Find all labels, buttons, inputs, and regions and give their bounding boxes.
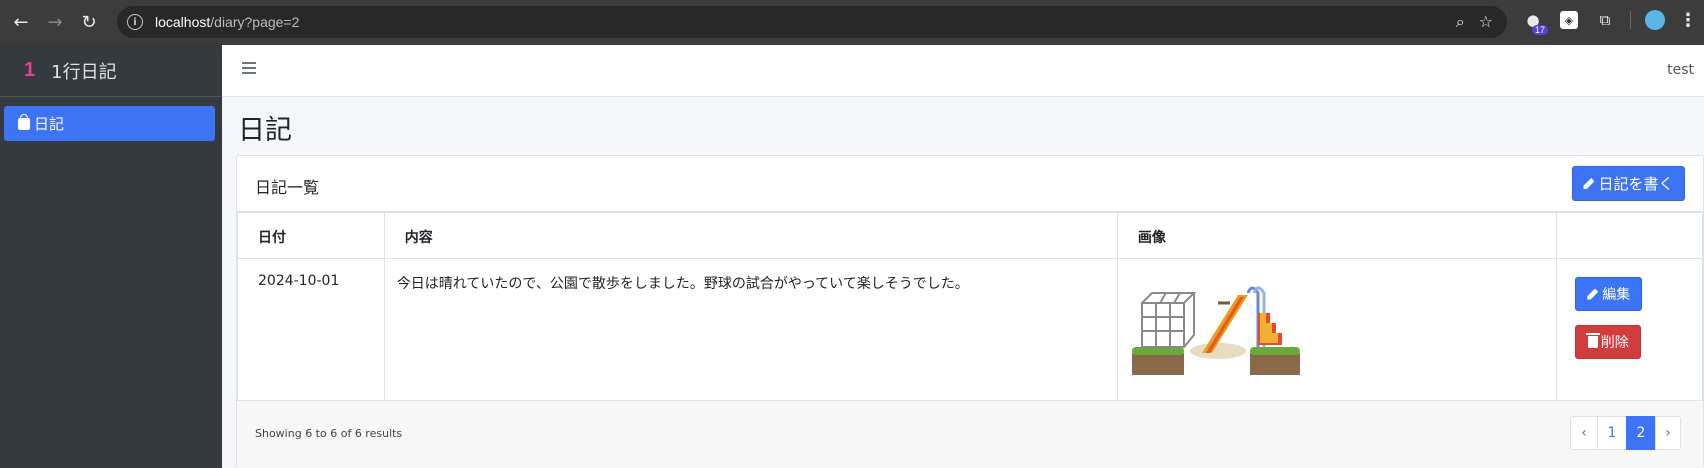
- toolbar-divider: [1630, 11, 1631, 29]
- header-date: 日付: [237, 212, 385, 259]
- trash-icon: [1585, 333, 1600, 348]
- row-image-cell: [1116, 258, 1558, 402]
- write-diary-label: 日記を書く: [1598, 175, 1674, 193]
- url-text[interactable]: localhost/diary?page=2: [155, 14, 299, 30]
- shopping-bag-icon: [18, 113, 30, 130]
- header-content: 内容: [383, 212, 1118, 259]
- edit-label: 編集: [1602, 287, 1631, 303]
- pencil-icon: [1583, 178, 1595, 189]
- sidebar-item-label: 日記: [34, 115, 65, 133]
- page-title: 日記: [238, 115, 292, 146]
- site-info-icon[interactable]: i: [127, 14, 143, 30]
- top-navbar: test: [222, 45, 1704, 97]
- playground-illustration: [1131, 286, 1300, 375]
- brand-logo: 1: [24, 59, 36, 81]
- pagination-page-2-current[interactable]: 2: [1626, 416, 1656, 450]
- extension-box-icon[interactable]: ◈: [1558, 9, 1580, 31]
- pagination-page-1[interactable]: 1: [1597, 416, 1627, 450]
- table-row: 2024-10-01 今日は晴れていたので、公園で散歩をしました。野球の試合がや…: [237, 258, 1703, 402]
- results-summary: Showing 6 to 6 of 6 results: [255, 427, 403, 440]
- row-actions: 編集 削除: [1556, 258, 1703, 402]
- hamburger-menu-icon[interactable]: [242, 62, 256, 76]
- back-icon[interactable]: ←: [8, 10, 34, 36]
- row-content: 今日は晴れていたので、公園で散歩をしました。野球の試合がやっていて楽しそうでした…: [383, 258, 1118, 402]
- pagination: ‹ 1 2 ›: [1570, 416, 1681, 450]
- header-actions: [1556, 212, 1703, 259]
- menu-kebab-icon[interactable]: ⋮: [1679, 10, 1697, 31]
- extension-icon[interactable]: ● 17: [1522, 9, 1548, 35]
- address-bar[interactable]: i localhost/diary?page=2 ⌕ ☆: [117, 6, 1507, 38]
- brand-text: 1行日記: [51, 61, 117, 83]
- url-host: localhost: [155, 14, 211, 30]
- browser-toolbar: ← → ↻ i localhost/diary?page=2 ⌕ ☆ ● 17 ◈…: [0, 0, 1704, 45]
- header-image: 画像: [1116, 212, 1558, 259]
- card-header: 日記一覧 日記を書く: [237, 156, 1703, 212]
- brand-link[interactable]: 1 1行日記: [0, 45, 222, 97]
- zoom-icon[interactable]: ⌕: [1456, 12, 1465, 32]
- reload-icon[interactable]: ↻: [76, 10, 102, 36]
- edit-button[interactable]: 編集: [1575, 277, 1643, 311]
- pagination-prev[interactable]: ‹: [1570, 416, 1598, 450]
- diary-list-card: 日記一覧 日記を書く 日付 内容 画像 2024-10-01 今日は晴れていたの…: [236, 155, 1704, 468]
- write-diary-button[interactable]: 日記を書く: [1572, 166, 1685, 201]
- sidebar: 1 1行日記 日記: [0, 45, 222, 468]
- forward-icon[interactable]: →: [42, 10, 68, 36]
- bookmark-star-icon[interactable]: ☆: [1479, 12, 1493, 32]
- row-date: 2024-10-01: [237, 258, 385, 402]
- pencil-icon: [1587, 288, 1599, 300]
- user-menu[interactable]: test: [1667, 62, 1694, 78]
- card-title: 日記一覧: [255, 178, 320, 197]
- diary-table: 日付 内容 画像 2024-10-01 今日は晴れていたので、公園で散歩をしまし…: [237, 212, 1703, 402]
- table-header-row: 日付 内容 画像: [237, 212, 1703, 259]
- puzzle-icon[interactable]: ⧉: [1594, 9, 1616, 31]
- sidebar-item-diary[interactable]: 日記: [4, 106, 215, 141]
- profile-avatar[interactable]: [1645, 10, 1665, 30]
- extension-badge: 17: [1531, 25, 1548, 35]
- card-footer: Showing 6 to 6 of 6 results ‹ 1 2 ›: [237, 400, 1703, 468]
- extensions-area: ● 17 ◈ ⧉ ⋮: [1522, 9, 1697, 35]
- delete-button[interactable]: 削除: [1575, 325, 1642, 359]
- url-path: /diary?page=2: [210, 14, 300, 30]
- omnibox-actions: ⌕ ☆: [1456, 12, 1493, 32]
- pagination-next[interactable]: ›: [1655, 416, 1681, 450]
- delete-label: 削除: [1600, 335, 1629, 351]
